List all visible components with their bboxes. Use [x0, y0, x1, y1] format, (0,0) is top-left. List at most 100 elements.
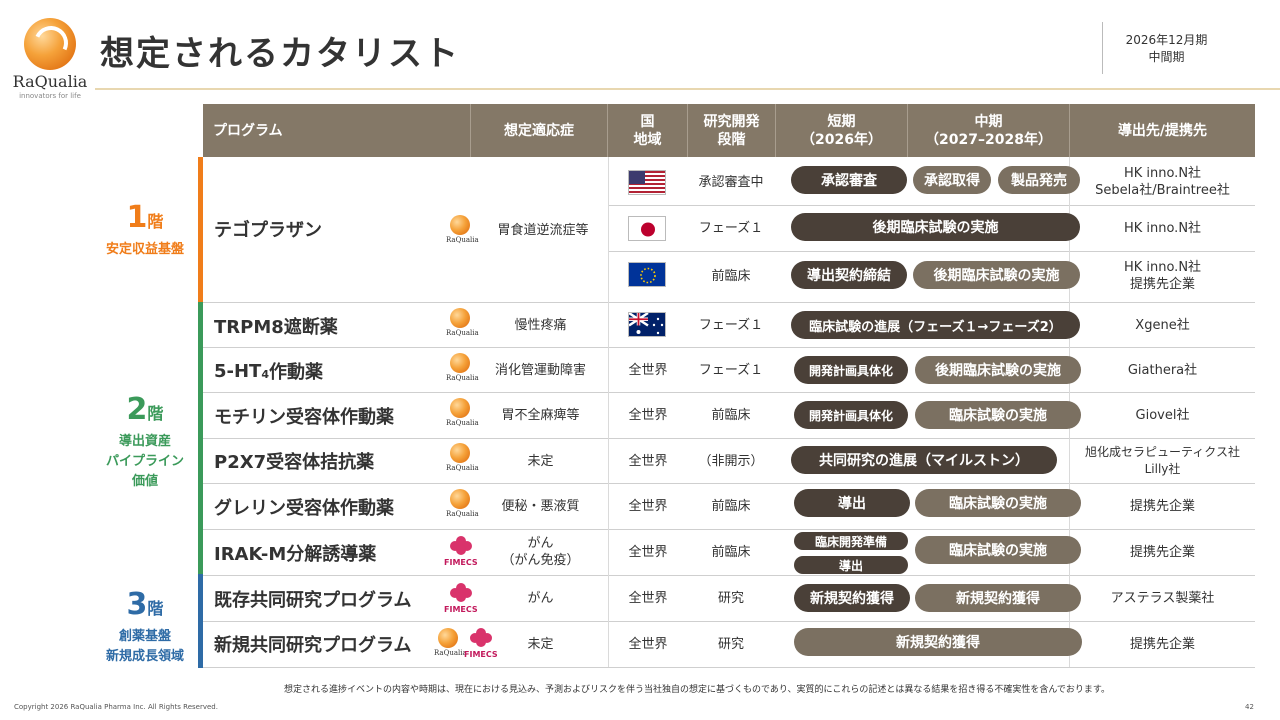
pill-clinical-prep: 臨床開発準備: [794, 532, 908, 550]
pill-clinical-trial: 臨床試験の実施: [915, 489, 1081, 517]
raqualia-mini-logo: RaQualia: [446, 398, 479, 432]
pill-new-contract: 新規契約獲得: [794, 628, 1082, 656]
region-irakm: 全世界: [628, 544, 668, 560]
period-label: 2026年12月期 中間期: [1102, 22, 1230, 74]
pill-late-trial: 後期臨床試験の実施: [915, 356, 1081, 384]
stage-existing: 研究: [717, 590, 744, 606]
table-header: プログラム 想定適応症 国 地域 研究開発 段階 短期 （2026年） 中期 （…: [203, 104, 1255, 157]
copyright: Copyright 2026 RaQualia Pharma Inc. All …: [14, 703, 218, 711]
pill-clinical-trial: 臨床試験の実施: [915, 536, 1081, 564]
fimecs-flower-icon: [450, 583, 472, 603]
tier-1-desc: 安定収益基盤: [105, 242, 184, 257]
title-divider: [95, 88, 1280, 90]
raqualia-ball-icon: [450, 443, 470, 463]
pill-license-out: 導出: [794, 556, 908, 574]
raqualia-mini-text: RaQualia: [446, 329, 479, 337]
indication-trpm8: 慢性疼痛: [514, 317, 567, 333]
tier-3-desc: 創薬基盤 新規成長領域: [105, 629, 184, 664]
pill-approval-obtained: 承認取得: [913, 166, 991, 194]
row-divider: [203, 667, 1255, 668]
raqualia-mini-text: RaQualia: [446, 236, 479, 244]
program-trpm8: TRPM8遮断薬: [214, 317, 338, 338]
partner-motilin: Giovel社: [1135, 407, 1190, 423]
stage-tegoprazan-jp: フェーズ１: [698, 220, 764, 236]
page-number: 42: [1245, 703, 1254, 711]
period-line-2: 中間期: [1148, 50, 1185, 64]
logo-tagline: innovators for life: [19, 92, 81, 100]
partner-ghrelin: 提携先企業: [1129, 498, 1195, 514]
program-5ht4: 5-HT 4 作動薬: [214, 357, 323, 385]
pill-late-stage-trial: 後期臨床試験の実施: [791, 213, 1080, 241]
tier-3-number: 3: [126, 587, 148, 622]
partner-irakm: 提携先企業: [1129, 544, 1195, 560]
stage-tegoprazan-eu: 前臨床: [711, 268, 751, 284]
period-line-1: 2026年12月期: [1125, 33, 1208, 47]
indication-p2x7: 未定: [527, 453, 554, 469]
raqualia-ball-icon: [450, 353, 470, 373]
pill-new-contract: 新規契約獲得: [915, 584, 1081, 612]
tier-3-suffix: 階: [147, 599, 164, 618]
partner-tegoprazan-eu: HK inno.N社 提携先企業: [1123, 260, 1202, 292]
pill-dev-plan: 開発計画具体化: [794, 356, 908, 384]
japan-flag-icon: [628, 216, 666, 241]
raqualia-mini-logo: RaQualia: [446, 308, 479, 342]
program-tegoprazan: テゴプラザン: [214, 220, 322, 241]
region-p2x7: 全世界: [628, 453, 668, 469]
partner-tegoprazan-jp: HK inno.N社: [1123, 220, 1202, 236]
raqualia-mini-text: RaQualia: [446, 419, 479, 427]
indication-irakm: がん （がん免疫）: [501, 536, 580, 568]
indication-motilin: 胃不全麻痺等: [501, 407, 580, 423]
raqualia-mini-logo: RaQualia: [446, 353, 479, 387]
pill-trial-progress: 臨床試験の進展（フェーズ１→フェーズ2）: [791, 311, 1080, 339]
raqualia-ball-icon: [450, 308, 470, 328]
partner-trpm8: Xgene社: [1135, 317, 1190, 333]
tier-2-suffix: 階: [147, 404, 164, 423]
program-motilin: モチリン受容体作動薬: [214, 407, 394, 428]
indication-tegoprazan: 胃食道逆流症等: [497, 222, 589, 238]
pill-joint-research: 共同研究の進展（マイルストン）: [791, 446, 1057, 474]
pill-license-agreement: 導出契約締結: [791, 261, 907, 289]
header-indication: 想定適応症: [471, 104, 608, 157]
program-5ht4-tail: 作動薬: [269, 362, 323, 383]
program-existing-research: 既存共同研究プログラム: [214, 590, 412, 611]
partner-existing: アステラス製薬社: [1110, 590, 1215, 606]
page-title: 想定されるカタリスト: [100, 34, 460, 74]
tier-1-bar: [198, 157, 203, 302]
raqualia-mini-logo: RaQualia: [446, 489, 479, 523]
indication-ghrelin: 便秘・悪液質: [501, 498, 580, 514]
indication-existing: がん: [527, 590, 554, 606]
tier-2-label: 2階 導出資産 パイプライン 価値: [90, 392, 200, 492]
program-5ht4-main: 5-HT: [214, 360, 262, 382]
region-motilin: 全世界: [628, 407, 668, 423]
partner-tegoprazan-us: HK inno.N社 Sebela社/Braintree社: [1095, 166, 1230, 198]
stage-motilin: 前臨床: [711, 407, 751, 423]
fimecs-flower-icon: [450, 536, 472, 556]
logo-name: RaQualia: [12, 72, 88, 91]
region-5ht4: 全世界: [628, 362, 668, 378]
pill-clinical-trial: 臨床試験の実施: [915, 401, 1081, 429]
stage-new: 研究: [717, 636, 744, 652]
program-irakm: IRAK-M分解誘導薬: [214, 544, 377, 565]
raqualia-ball-icon: [450, 398, 470, 418]
fimecs-mini-logo: FIMECS: [444, 536, 478, 570]
raqualia-mini-text: RaQualia: [446, 510, 479, 518]
header-program: プログラム: [203, 104, 471, 157]
partner-5ht4: Giathera社: [1127, 362, 1198, 378]
header-stage: 研究開発 段階: [688, 104, 776, 157]
raqualia-ball-icon: [438, 628, 458, 648]
partner-new: 提携先企業: [1129, 636, 1195, 652]
pill-dev-plan: 開発計画具体化: [794, 401, 908, 429]
pill-new-contract: 新規契約獲得: [794, 584, 910, 612]
raqualia-ball-icon: [450, 215, 470, 235]
stage-tegoprazan-us: 承認審査中: [698, 174, 764, 190]
eu-flag-icon: [628, 262, 666, 287]
us-flag-icon: [628, 170, 666, 195]
raqualia-mini-logo: RaQualia: [446, 215, 479, 249]
tier-1-label: 1階 安定収益基盤: [90, 200, 200, 260]
tier-1-number: 1: [126, 200, 148, 235]
indication-new: 未定: [527, 636, 554, 652]
program-ghrelin: グレリン受容体作動薬: [214, 498, 394, 519]
raqualia-mini-logo: RaQualia: [446, 443, 479, 477]
raqualia-ball-icon: [450, 489, 470, 509]
raqualia-mini-logo: RaQualia: [434, 628, 467, 662]
